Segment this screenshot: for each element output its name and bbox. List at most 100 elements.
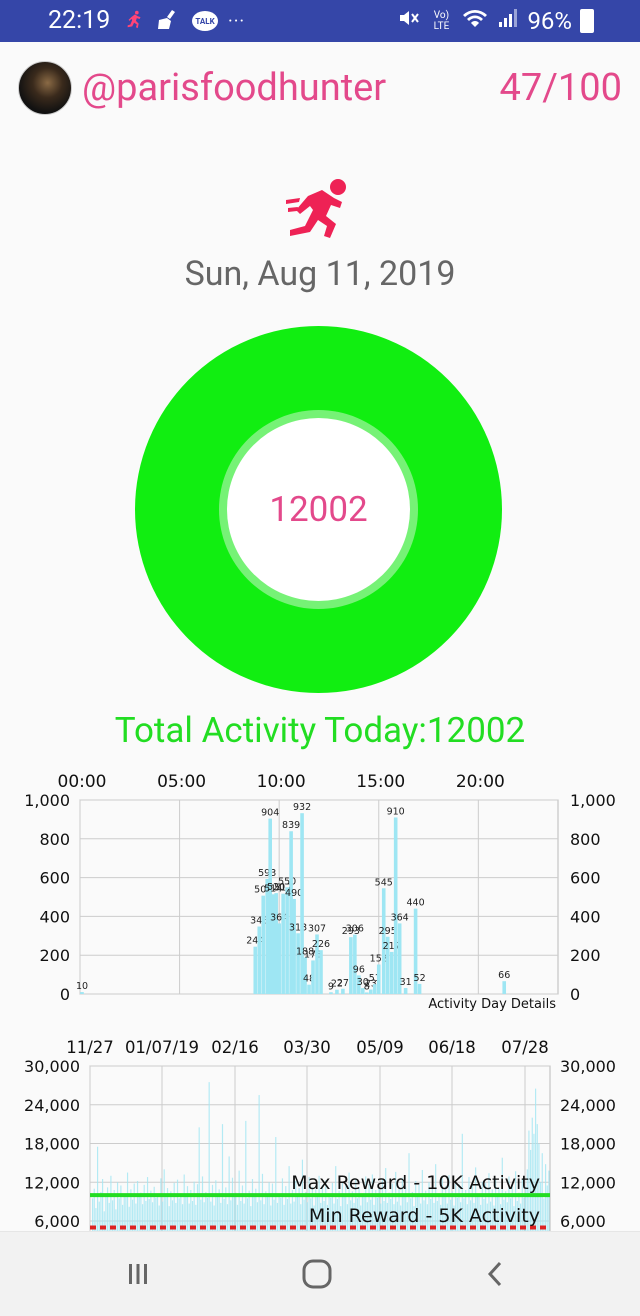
bar-value-label: 306 <box>346 924 364 935</box>
y-tick-label-left: 1,000 <box>24 791 70 810</box>
daily-bar <box>208 1082 210 1231</box>
bar-value-label: 27 <box>337 978 349 989</box>
recent-apps-button[interactable] <box>118 1254 158 1294</box>
y-tick-label-right: 800 <box>570 830 601 849</box>
daily-bar <box>278 1193 280 1231</box>
status-bar: 22:19 TALK ··· Vo) LTE 96% <box>0 0 640 42</box>
daily-bar <box>251 1179 254 1231</box>
daily-bar <box>236 1204 239 1231</box>
daily-bar <box>305 1191 307 1231</box>
y-tick-label-right: 400 <box>570 907 601 926</box>
daily-bar <box>231 1177 234 1231</box>
daily-bar <box>118 1198 120 1231</box>
y-tick-label-right: 0 <box>570 985 580 1004</box>
daily-bar <box>148 1199 150 1231</box>
activity-bar <box>376 964 381 994</box>
daily-bar <box>201 1176 204 1231</box>
day-activity-chart[interactable]: 00:00 05:00 10:00 15:00 20:00 0 0 200 200 400 400 6… <box>0 766 640 1016</box>
notification-icons: TALK ··· <box>124 6 245 36</box>
daily-bar <box>211 1184 214 1231</box>
daily-bar <box>186 1186 189 1231</box>
runner-icon <box>286 178 356 240</box>
avatar[interactable] <box>18 61 72 115</box>
daily-bar <box>146 1177 149 1231</box>
y-tick-label-right: 30,000 <box>560 1057 616 1076</box>
daily-bar <box>123 1193 125 1231</box>
activity-bar <box>372 984 377 994</box>
x-tick-label: 06/18 <box>428 1038 476 1057</box>
daily-bar <box>285 1186 287 1231</box>
daily-bar <box>156 1194 159 1231</box>
more-icon: ··· <box>228 10 246 32</box>
status-time: 22:19 <box>48 6 111 35</box>
daily-bar <box>193 1181 195 1231</box>
y-tick-label-right: 12,000 <box>560 1173 616 1192</box>
activity-bar <box>311 960 315 994</box>
max-reward-label: Max Reward - 10K Activity <box>291 1172 540 1194</box>
runner-icon <box>124 8 146 35</box>
y-tick-label-right: 200 <box>570 946 601 965</box>
activity-bar <box>417 983 422 994</box>
back-icon <box>487 1261 502 1287</box>
daily-bar <box>160 1178 162 1231</box>
daily-bar <box>258 1095 260 1231</box>
history-activity-chart-svg: 6,000 6,000 12,000 12,000 18,000 18,000 24,000… <box>24 1038 616 1231</box>
bar-value-label: 96 <box>353 964 365 975</box>
profile-header: @parisfoodhunter 47/100 <box>0 56 640 122</box>
daily-bar <box>221 1124 224 1231</box>
x-tick-label: 20:00 <box>456 772 505 792</box>
daily-bar <box>241 1185 244 1231</box>
system-icons: Vo) LTE 96% <box>397 6 594 36</box>
daily-bar <box>306 1202 309 1231</box>
username[interactable]: @parisfoodhunter <box>82 66 386 110</box>
daily-bar <box>256 1202 259 1231</box>
daily-bar <box>178 1198 180 1231</box>
mute-icon <box>397 7 421 35</box>
daily-bar <box>176 1179 179 1231</box>
broom-icon <box>156 8 182 35</box>
back-button[interactable] <box>476 1254 516 1294</box>
daily-bar <box>98 1201 100 1231</box>
daily-bar <box>173 1182 175 1231</box>
daily-bar <box>108 1202 110 1231</box>
activity-bar <box>281 893 285 994</box>
y-tick-label-right: 18,000 <box>560 1135 616 1154</box>
daily-bar <box>183 1174 185 1231</box>
activity-bar <box>389 951 394 994</box>
activity-bar <box>257 926 262 994</box>
daily-bar <box>133 1183 135 1231</box>
daily-bar <box>96 1146 99 1231</box>
activity-bar <box>307 984 311 994</box>
bar-value-label: 550 <box>278 876 296 887</box>
activity-bar <box>80 992 84 994</box>
daily-bar <box>541 1153 543 1231</box>
bar-value-label: 904 <box>261 808 279 819</box>
x-tick-label: 10:00 <box>257 772 306 792</box>
daily-bar <box>196 1184 199 1231</box>
daily-bar <box>198 1127 200 1231</box>
daily-bar <box>168 1206 170 1231</box>
x-tick-label: 02/16 <box>211 1038 259 1057</box>
bar-value-label: 440 <box>407 898 425 909</box>
navigation-bar <box>0 1231 640 1316</box>
x-tick-label: 11/27 <box>66 1038 114 1057</box>
bar-value-label: 839 <box>282 820 300 831</box>
activity-bar <box>341 988 345 994</box>
y-tick-label-right: 24,000 <box>560 1096 616 1115</box>
bar-value-label: 66 <box>498 970 510 981</box>
activity-bar <box>285 887 289 994</box>
daily-bar <box>540 1182 542 1231</box>
y-tick-label-left: 0 <box>60 985 70 1004</box>
history-activity-chart[interactable]: 6,000 6,000 12,000 12,000 18,000 18,000 24,000… <box>0 1036 640 1231</box>
daily-bar <box>206 1197 209 1231</box>
home-button[interactable] <box>297 1254 337 1294</box>
min-reward-label: Min Reward - 5K Activity <box>309 1205 540 1227</box>
x-tick-label: 07/28 <box>501 1038 549 1057</box>
activity-bar <box>253 946 258 994</box>
daily-bar <box>128 1206 130 1231</box>
y-tick-label-right: 600 <box>570 869 601 888</box>
activity-bar <box>335 989 339 994</box>
bar-value-label: 226 <box>312 939 330 950</box>
bar-value-label: 313 <box>289 922 307 933</box>
day-activity-chart-svg: 00:00 05:00 10:00 15:00 20:00 0 0 200 200 400 400 6… <box>24 772 616 1012</box>
